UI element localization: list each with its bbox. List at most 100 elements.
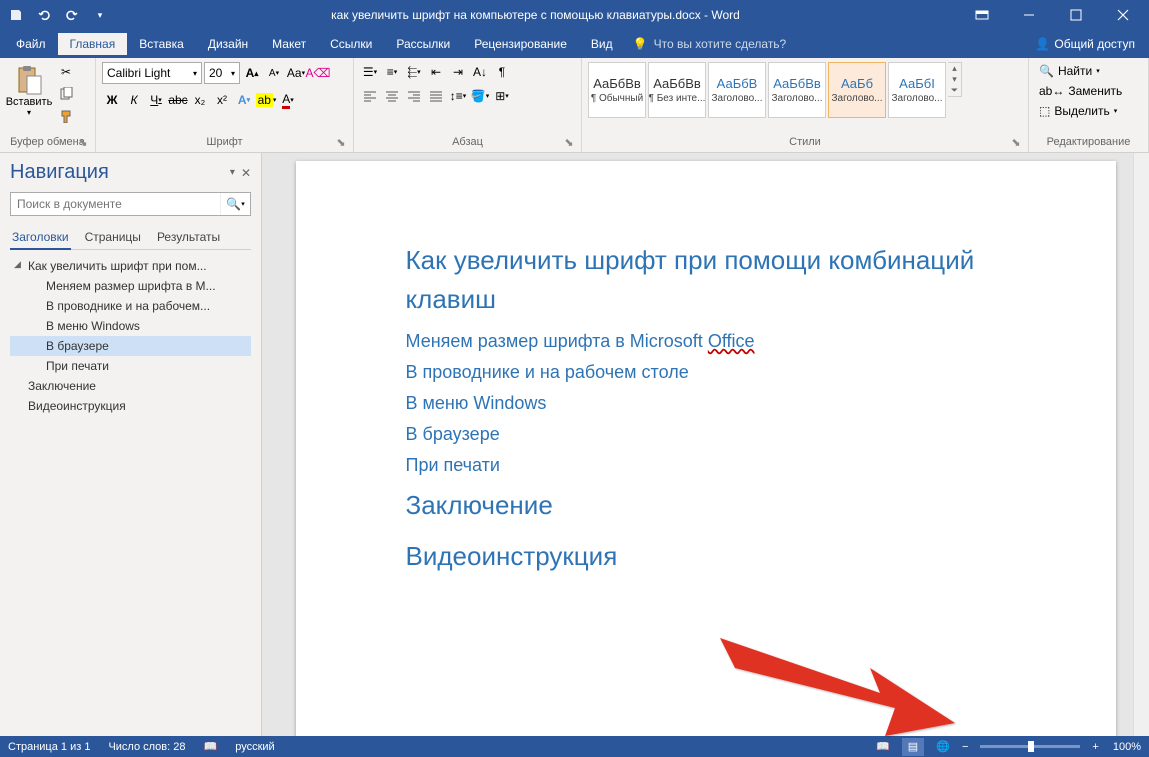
zoom-out-icon[interactable]: − [962, 741, 968, 753]
search-icon[interactable]: 🔍▾ [220, 193, 250, 215]
bold-button[interactable]: Ж [102, 90, 122, 110]
maximize-icon[interactable] [1053, 1, 1098, 29]
styles-more-icon[interactable]: ⏷ [948, 85, 961, 96]
tab-file[interactable]: Файл [4, 33, 58, 55]
save-icon[interactable] [4, 3, 28, 27]
qat-customize-icon[interactable]: ▾ [88, 3, 112, 27]
print-layout-icon[interactable]: ▤ [902, 738, 924, 756]
status-language[interactable]: русский [235, 741, 274, 753]
font-color-icon[interactable]: A▾ [278, 90, 298, 110]
close-icon[interactable] [1100, 1, 1145, 29]
style-item-1[interactable]: АаБбВв¶ Без инте... [648, 62, 706, 118]
borders-icon[interactable]: ⊞▾ [492, 86, 512, 106]
zoom-level[interactable]: 100% [1113, 741, 1141, 753]
font-name-select[interactable]: Calibri Light▾ [102, 62, 202, 84]
numbering-icon[interactable]: ≡▾ [382, 62, 402, 82]
line-spacing-icon[interactable]: ↕≡▾ [448, 86, 468, 106]
redo-icon[interactable] [60, 3, 84, 27]
italic-button[interactable]: К [124, 90, 144, 110]
font-launcher-icon[interactable]: ⬊ [335, 136, 347, 148]
align-left-icon[interactable] [360, 86, 380, 106]
strike-button[interactable]: abc [168, 90, 188, 110]
decrease-indent-icon[interactable]: ⇤ [426, 62, 446, 82]
bullets-icon[interactable]: ☰▾ [360, 62, 380, 82]
clipboard-launcher-icon[interactable]: ⬊ [77, 136, 89, 148]
page[interactable]: Как увеличить шрифт при помощи комбинаци… [296, 161, 1116, 736]
nav-menu-icon[interactable]: ▾ [230, 167, 235, 178]
paragraph-launcher-icon[interactable]: ⬊ [563, 136, 575, 148]
nav-tab-pages[interactable]: Страницы [83, 226, 143, 249]
tree-item[interactable]: Заключение [10, 376, 251, 396]
undo-icon[interactable] [32, 3, 56, 27]
paste-button[interactable]: Вставить ▾ [6, 62, 52, 117]
nav-tab-headings[interactable]: Заголовки [10, 226, 71, 250]
tab-layout[interactable]: Макет [260, 33, 318, 55]
replace-button[interactable]: ab↔Заменить [1035, 82, 1126, 100]
vertical-scrollbar[interactable] [1133, 153, 1149, 736]
nav-close-icon[interactable]: ✕ [241, 166, 251, 180]
share-button[interactable]: 👤 Общий доступ [1025, 33, 1145, 55]
copy-icon[interactable] [56, 84, 76, 104]
styles-launcher-icon[interactable]: ⬊ [1010, 136, 1022, 148]
style-item-0[interactable]: АаБбВв¶ Обычный [588, 62, 646, 118]
status-bar: Страница 1 из 1 Число слов: 28 📖 русский… [0, 736, 1149, 757]
tree-item[interactable]: Меняем размер шрифта в M... [10, 276, 251, 296]
subscript-button[interactable]: x₂ [190, 90, 210, 110]
font-size-select[interactable]: 20▾ [204, 62, 240, 84]
status-wordcount[interactable]: Число слов: 28 [108, 741, 185, 753]
justify-icon[interactable] [426, 86, 446, 106]
tree-item[interactable]: В меню Windows [10, 316, 251, 336]
read-mode-icon[interactable]: 📖 [872, 738, 894, 756]
minimize-icon[interactable] [1006, 1, 1051, 29]
ribbon-options-icon[interactable] [959, 1, 1004, 29]
doc-heading-1: Как увеличить шрифт при помощи комбинаци… [406, 241, 1016, 319]
zoom-slider[interactable] [980, 745, 1080, 748]
multilevel-icon[interactable]: ⬱▾ [404, 62, 424, 82]
style-item-5[interactable]: АаБбIЗаголово... [888, 62, 946, 118]
tab-references[interactable]: Ссылки [318, 33, 384, 55]
find-button[interactable]: 🔍Найти▾ [1035, 62, 1126, 80]
style-item-4[interactable]: АаБбЗаголово... [828, 62, 886, 118]
spellcheck-icon[interactable]: 📖 [204, 740, 218, 753]
highlight-icon[interactable]: ab▾ [256, 90, 276, 110]
shading-icon[interactable]: 🪣▾ [470, 86, 490, 106]
select-button[interactable]: ⬚Выделить▾ [1035, 102, 1126, 120]
text-effects-icon[interactable]: A▾ [234, 90, 254, 110]
styles-up-icon[interactable]: ▴ [948, 63, 961, 74]
tree-item[interactable]: В браузере [10, 336, 251, 356]
style-item-3[interactable]: АаБбВвЗаголово... [768, 62, 826, 118]
shrink-font-icon[interactable]: A▾ [264, 63, 284, 83]
align-center-icon[interactable] [382, 86, 402, 106]
tab-review[interactable]: Рецензирование [462, 33, 579, 55]
tab-insert[interactable]: Вставка [127, 33, 196, 55]
change-case-icon[interactable]: Aa▾ [286, 63, 306, 83]
zoom-in-icon[interactable]: + [1092, 741, 1098, 753]
align-right-icon[interactable] [404, 86, 424, 106]
group-clipboard: Вставить ▾ ✂ Буфер обмена⬊ [0, 58, 96, 152]
tell-me-input[interactable]: 💡 Что вы хотите сделать? [625, 37, 795, 51]
tab-view[interactable]: Вид [579, 33, 625, 55]
tree-item[interactable]: В проводнике и на рабочем... [10, 296, 251, 316]
styles-down-icon[interactable]: ▾ [948, 74, 961, 85]
underline-button[interactable]: Ч▾ [146, 90, 166, 110]
tree-item[interactable]: Видеоинструкция [10, 396, 251, 416]
increase-indent-icon[interactable]: ⇥ [448, 62, 468, 82]
cut-icon[interactable]: ✂ [56, 62, 76, 82]
web-layout-icon[interactable]: 🌐 [932, 738, 954, 756]
group-paragraph: ☰▾ ≡▾ ⬱▾ ⇤ ⇥ A↓ ¶ ↕≡▾ 🪣▾ ⊞▾ [354, 58, 582, 152]
tree-item[interactable]: Как увеличить шрифт при пом... [10, 256, 251, 276]
format-painter-icon[interactable] [56, 106, 76, 126]
grow-font-icon[interactable]: A▴ [242, 63, 262, 83]
tab-mailings[interactable]: Рассылки [384, 33, 462, 55]
show-marks-icon[interactable]: ¶ [492, 62, 512, 82]
tab-design[interactable]: Дизайн [196, 33, 260, 55]
clear-formatting-icon[interactable]: A⌫ [308, 63, 328, 83]
tab-home[interactable]: Главная [58, 33, 128, 55]
superscript-button[interactable]: x² [212, 90, 232, 110]
sort-icon[interactable]: A↓ [470, 62, 490, 82]
search-input[interactable] [11, 193, 220, 215]
tree-item[interactable]: При печати [10, 356, 251, 376]
style-item-2[interactable]: АаБбВЗаголово... [708, 62, 766, 118]
status-page[interactable]: Страница 1 из 1 [8, 741, 90, 753]
nav-tab-results[interactable]: Результаты [155, 226, 222, 249]
